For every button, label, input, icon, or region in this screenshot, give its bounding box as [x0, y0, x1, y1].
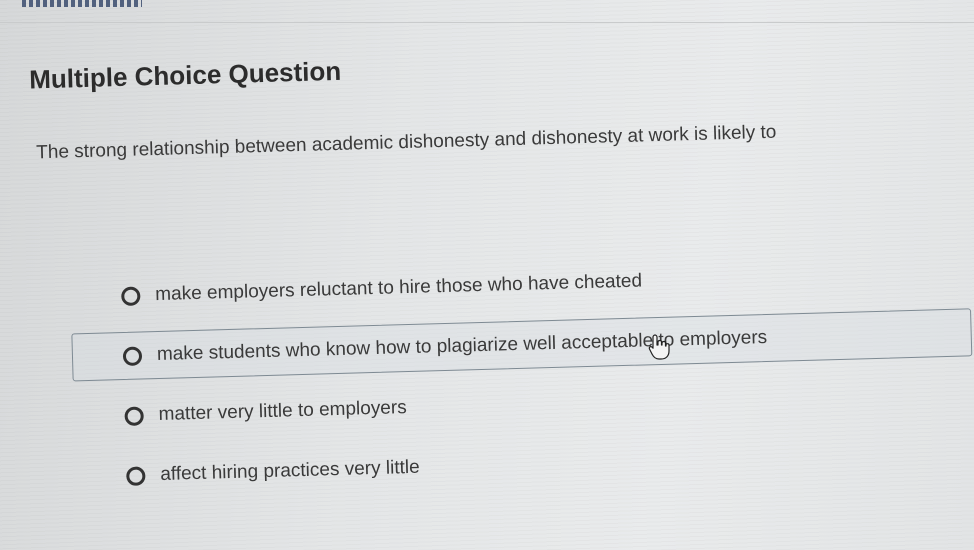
choice-option-1[interactable]: make employers reluctant to hire those w…: [70, 248, 971, 321]
choice-option-3[interactable]: matter very little to employers: [73, 368, 974, 441]
choice-option-2[interactable]: make students who know how to plagiarize…: [71, 308, 973, 382]
choice-label: matter very little to employers: [158, 397, 407, 426]
question-type-heading: Multiple Choice Question: [28, 55, 342, 95]
choice-option-4[interactable]: affect hiring practices very little: [75, 428, 974, 501]
radio-button[interactable]: [121, 286, 141, 307]
choice-label: affect hiring practices very little: [160, 456, 420, 485]
question-panel: Multiple Choice Question The strong rela…: [0, 0, 974, 550]
progress-dots: [22, 0, 142, 7]
radio-button[interactable]: [126, 466, 146, 486]
answer-choices: make employers reluctant to hire those w…: [70, 248, 974, 513]
question-stem: The strong relationship between academic…: [35, 121, 777, 164]
radio-button[interactable]: [124, 406, 144, 426]
hand-pointer-icon: [648, 334, 670, 360]
choice-label: make employers reluctant to hire those w…: [154, 270, 643, 306]
radio-button[interactable]: [122, 346, 143, 366]
choice-label: make students who know how to plagiarize…: [156, 327, 768, 366]
